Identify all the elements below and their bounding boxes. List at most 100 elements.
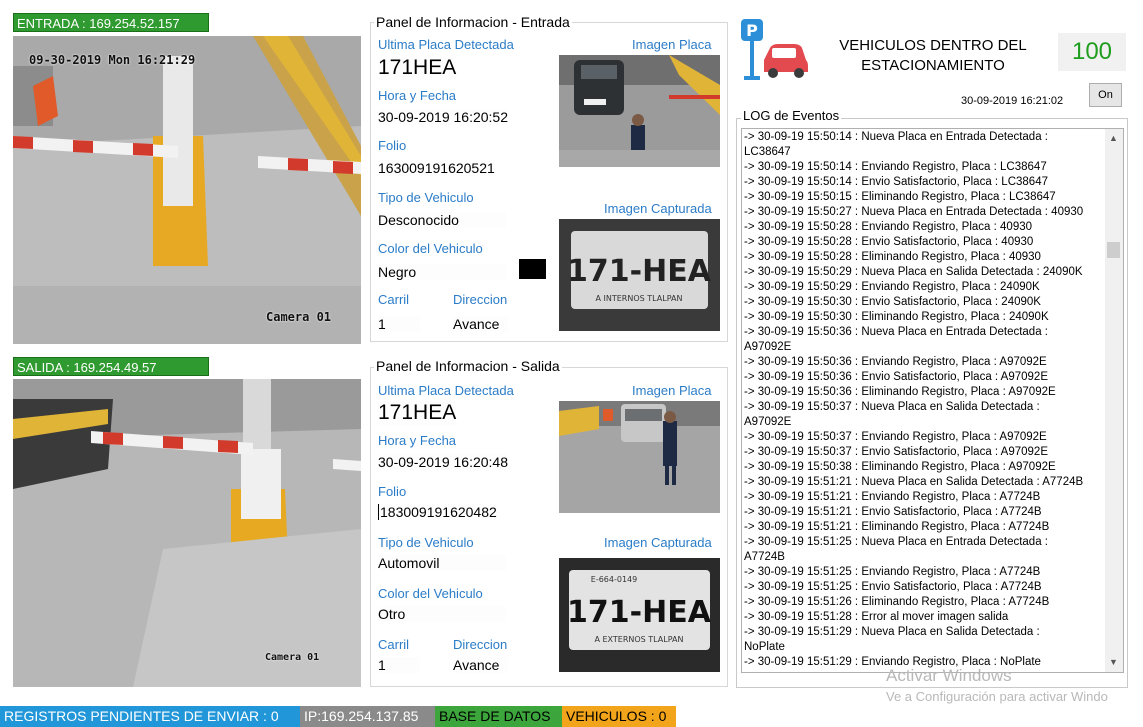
entrada-osd-datetime: 09-30-2019 Mon 16:21:29 [29,53,196,67]
on-button[interactable]: On [1089,83,1122,107]
log-entry[interactable]: -> 30-09-19 15:50:14 : Envio Satisfactor… [744,175,1104,190]
entrada-captured-label: Imagen Capturada [604,201,712,216]
entrada-lane: 1 [378,316,420,332]
entrada-color-swatch [519,259,546,279]
entrada-osd-camera: Camera 01 [266,310,332,324]
log-entry[interactable]: -> 30-09-19 15:50:36 : Eliminando Regist… [744,385,1104,400]
event-log-list[interactable]: -> 30-09-19 15:50:14 : Nueva Placa en En… [744,130,1104,671]
salida-osd-camera: Camera 01 [265,652,320,663]
salida-direction-label: Direccion [453,637,508,652]
log-entry[interactable]: -> 30-09-19 15:50:14 : Enviando Registro… [744,160,1104,175]
vehicles-inside-title-line1: VEHICULOS DENTRO DEL [839,37,1027,54]
parking-letter: P [746,21,758,40]
log-entry[interactable]: -> 30-09-19 15:50:29 : Nueva Placa en Sa… [744,265,1104,280]
log-entry[interactable]: -> 30-09-19 15:51:21 : Nueva Placa en Sa… [744,475,1104,490]
log-entry[interactable]: NoPlate [744,640,1104,655]
log-entry[interactable]: -> 30-09-19 15:51:26 : Eliminando Regist… [744,595,1104,610]
entrada-folio-label: Folio [378,138,407,153]
salida-camera-view: Camera 01 [13,379,361,687]
entrada-datetime-label: Hora y Fecha [378,88,457,103]
salida-captured-plate-text: 171-HEA [567,595,712,630]
salida-image-plate-label: Imagen Placa [632,383,712,398]
entrada-direction-label: Direccion [453,292,508,307]
entrada-color: Negro [378,264,506,280]
log-entry[interactable]: -> 30-09-19 15:50:28 : Enviando Registro… [744,220,1104,235]
log-entry[interactable]: LC38647 [744,145,1104,160]
salida-camera-label: SALIDA : 169.254.49.57 [13,357,209,376]
salida-panel-title: Panel de Informacion - Salida [374,358,562,374]
log-entry[interactable]: -> 30-09-19 15:51:25 : Nueva Placa en En… [744,535,1104,550]
log-entry[interactable]: -> 30-09-19 15:50:30 : Envio Satisfactor… [744,295,1104,310]
scroll-thumb[interactable] [1107,242,1120,258]
salida-last-plate-label: Ultima Placa Detectada [378,383,514,398]
salida-captured-label: Imagen Capturada [604,535,712,550]
log-entry[interactable]: -> 30-09-19 15:51:25 : Enviando Registro… [744,565,1104,580]
entrada-last-plate: 171HEA [378,56,457,80]
log-entry[interactable]: -> 30-09-19 15:51:21 : Enviando Registro… [744,490,1104,505]
salida-captured-plate-top: E-664-0149 [591,575,637,584]
scroll-down-arrow-icon[interactable]: ▼ [1105,654,1122,671]
entrada-camera-view: 09-30-2019 Mon 16:21:29 Camera 01 [13,36,361,344]
salida-last-plate: 171HEA [378,401,457,425]
salida-direction: Avance [453,657,508,673]
log-entry[interactable]: -> 30-09-19 15:50:27 : Nueva Placa en En… [744,205,1104,220]
log-entry[interactable]: -> 30-09-19 15:50:14 : Nueva Placa en En… [744,130,1104,145]
log-entry[interactable]: -> 30-09-19 15:50:36 : Envio Satisfactor… [744,370,1104,385]
entrada-vehicle-type-label: Tipo de Vehiculo [378,190,474,205]
log-entry[interactable]: -> 30-09-19 15:50:30 : Eliminando Regist… [744,310,1104,325]
log-entry[interactable]: A97092E [744,415,1104,430]
entrada-captured-plate-text: 171-HEA [567,254,712,289]
log-entry[interactable]: A7724B [744,550,1104,565]
log-entry[interactable]: -> 30-09-19 15:50:15 : Eliminando Regist… [744,190,1104,205]
entrada-folio: 163009191620521 [378,160,495,176]
salida-plate-photo [559,401,720,513]
event-log-scrollbar[interactable]: ▲ ▼ [1105,129,1123,672]
salida-color: Otro [378,606,506,622]
ip-status: IP:169.254.137.85 [300,706,435,727]
pending-records-status: REGISTROS PENDIENTES DE ENVIAR : 0 [0,706,300,727]
log-entry[interactable]: -> 30-09-19 15:50:28 : Envio Satisfactor… [744,235,1104,250]
entrada-panel-title: Panel de Informacion - Entrada [374,14,572,30]
salida-captured-plate-sub: A EXTERNOS TLALPAN [594,635,683,644]
log-entry[interactable]: -> 30-09-19 15:50:29 : Enviando Registro… [744,280,1104,295]
entrada-color-label: Color del Vehiculo [378,241,483,256]
log-entry[interactable]: -> 30-09-19 15:51:21 : Eliminando Regist… [744,520,1104,535]
activate-windows-hint: Ve a Configuración para activar Windo [886,689,1108,704]
entrada-last-plate-label: Ultima Placa Detectada [378,37,514,52]
salida-folio[interactable]: 183009191620482 [378,504,497,520]
log-entry[interactable]: -> 30-09-19 15:50:38 : Eliminando Regist… [744,460,1104,475]
vehicles-inside-title: VEHICULOS DENTRO DEL ESTACIONAMIENTO [818,36,1048,76]
parking-icon: P [738,16,808,82]
log-entry[interactable]: -> 30-09-19 15:51:28 : Error al mover im… [744,610,1104,625]
log-entry[interactable]: -> 30-09-19 15:50:36 : Enviando Registro… [744,355,1104,370]
log-entry[interactable]: -> 30-09-19 15:50:37 : Nueva Placa en Sa… [744,400,1104,415]
log-entry[interactable]: -> 30-09-19 15:50:36 : Nueva Placa en En… [744,325,1104,340]
salida-lane-label: Carril [378,637,410,652]
salida-captured-plate: E-664-0149 171-HEA A EXTERNOS TLALPAN [559,558,720,672]
entrada-lane-label: Carril [378,292,410,307]
vehicles-inside-count: 100 [1058,33,1126,71]
database-status: BASE DE DATOS [435,706,562,727]
salida-color-label: Color del Vehiculo [378,586,483,601]
vehicles-inside-title-line2: ESTACIONAMIENTO [861,57,1005,74]
vehicles-status: VEHICULOS : 0 [562,706,676,727]
log-entry[interactable]: -> 30-09-19 15:50:37 : Enviando Registro… [744,430,1104,445]
log-entry[interactable]: -> 30-09-19 15:50:28 : Eliminando Regist… [744,250,1104,265]
entrada-image-plate-label: Imagen Placa [632,37,712,52]
entrada-plate-photo [559,55,720,167]
system-clock: 30-09-2019 16:21:02 [961,95,1064,107]
salida-vehicle-type: Automovil [378,555,506,571]
scroll-up-arrow-icon[interactable]: ▲ [1105,130,1122,147]
log-entry[interactable]: -> 30-09-19 15:51:21 : Envio Satisfactor… [744,505,1104,520]
entrada-direction: Avance [453,316,508,332]
salida-datetime-label: Hora y Fecha [378,433,457,448]
log-entry[interactable]: -> 30-09-19 15:51:29 : Nueva Placa en Sa… [744,625,1104,640]
status-bar: REGISTROS PENDIENTES DE ENVIAR : 0 IP:16… [0,706,1143,727]
entrada-datetime: 30-09-2019 16:20:52 [378,109,508,125]
log-entry[interactable]: -> 30-09-19 15:50:37 : Envio Satisfactor… [744,445,1104,460]
entrada-captured-plate: 171-HEA A INTERNOS TLALPAN [559,219,720,331]
salida-vehicle-type-label: Tipo de Vehiculo [378,535,474,550]
activate-windows-watermark: Activar Windows [886,666,1012,685]
log-entry[interactable]: -> 30-09-19 15:51:25 : Envio Satisfactor… [744,580,1104,595]
log-entry[interactable]: A97092E [744,340,1104,355]
